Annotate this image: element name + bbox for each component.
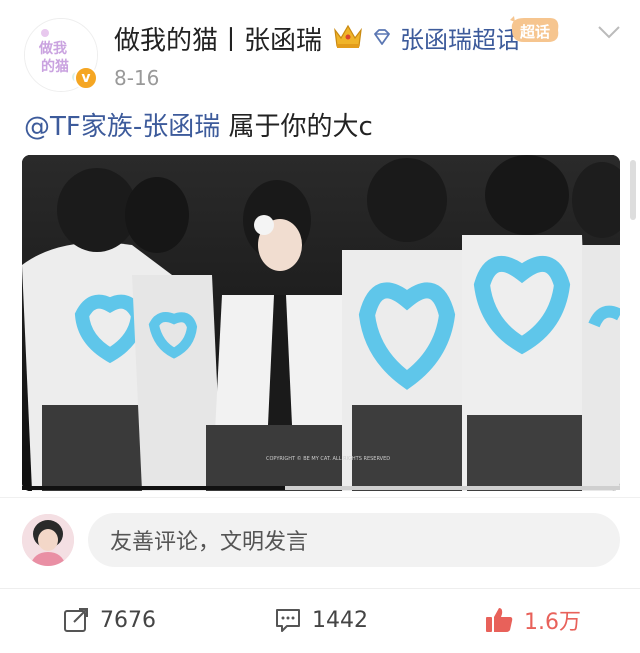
super-badge-icon: 超话 (510, 16, 559, 42)
svg-text:做我: 做我 (38, 40, 67, 57)
comment-icon (276, 609, 300, 632)
chevron-down-icon[interactable] (596, 24, 622, 40)
crown-icon (334, 24, 362, 48)
mention-link[interactable]: @TF家族-张函瑞 (24, 112, 220, 142)
divider (0, 588, 640, 589)
super-topic-badge[interactable]: 超话 (506, 10, 562, 48)
post-header: 做我 的猫 v 做我的猫丨张函瑞 张函瑞超话 超话 8-16 (0, 0, 640, 100)
post-body: 属于你的大c (220, 112, 373, 142)
post-text: @TF家族-张函瑞 属于你的大c (24, 106, 373, 143)
video-player[interactable]: COPYRIGHT © BE MY CAT. ALL RIGHTS RESERV… (22, 155, 620, 491)
like-count: 1.6万 (524, 610, 581, 635)
post-date: 8-16 (114, 66, 160, 90)
comment-button[interactable]: 1442 (274, 600, 368, 640)
verified-badge: v (74, 66, 98, 90)
divider (0, 497, 640, 498)
diamond-icon (374, 29, 390, 45)
comment-count: 1442 (312, 607, 368, 633)
svg-text:的猫: 的猫 (41, 58, 69, 75)
repost-icon (64, 608, 88, 632)
video-frame: COPYRIGHT © BE MY CAT. ALL RIGHTS RESERV… (22, 155, 620, 491)
video-watermark: COPYRIGHT © BE MY CAT. ALL RIGHTS RESERV… (266, 455, 390, 462)
super-topic-link[interactable]: 张函瑞超话 (400, 20, 520, 55)
commenter-avatar[interactable] (22, 514, 74, 566)
video-progress-fill (22, 486, 286, 490)
super-badge-label: 超话 (519, 23, 550, 41)
repost-count: 7676 (100, 607, 156, 633)
video-progress-bar[interactable] (22, 486, 620, 490)
comment-input[interactable]: 友善评论，文明发言 (88, 513, 620, 567)
author-name[interactable]: 做我的猫丨张函瑞 (114, 20, 322, 57)
commenter-avatar-image (22, 514, 74, 566)
scrollbar[interactable] (630, 160, 636, 220)
like-icon (486, 608, 513, 632)
like-button[interactable]: 1.6万 (484, 600, 581, 640)
repost-button[interactable]: 7676 (62, 600, 156, 640)
